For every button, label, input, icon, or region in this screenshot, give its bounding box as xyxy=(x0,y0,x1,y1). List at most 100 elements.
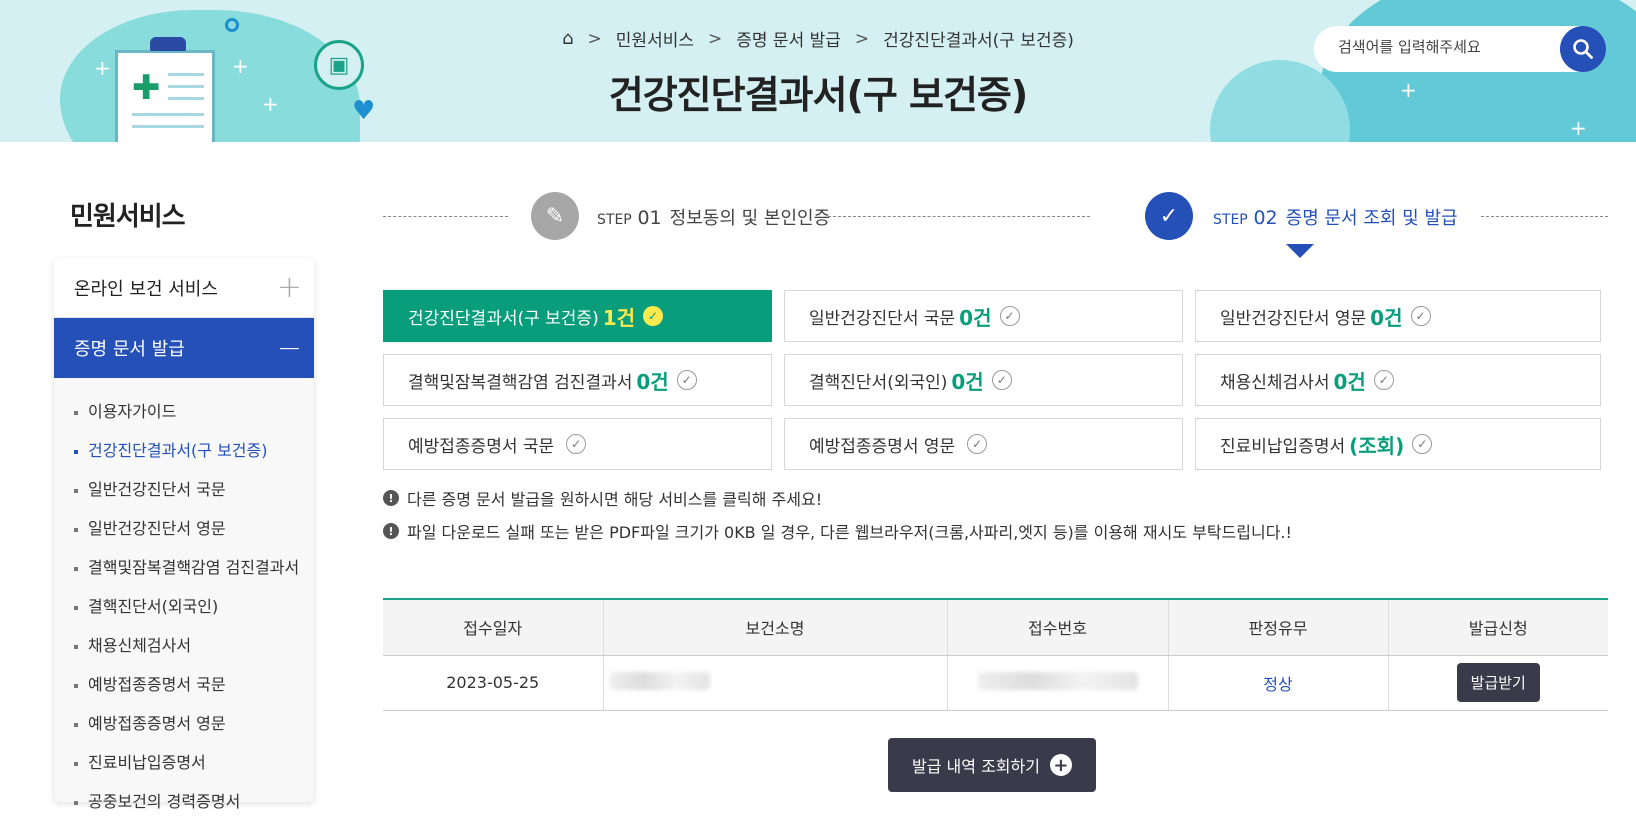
sidebar-item-general-kr[interactable]: 일반건강진단서 국문 xyxy=(72,470,314,509)
doc-card-count: 0건 xyxy=(1370,305,1403,330)
search-icon xyxy=(1573,39,1593,59)
table-header-row: 접수일자 보건소명 접수번호 판정유무 발급신청 xyxy=(383,599,1608,656)
doc-card-name: 진료비납입증명서 xyxy=(1220,436,1346,457)
table-row: 2023-05-25 정상 발급받기 xyxy=(383,655,1608,711)
judgment-result: 정상 xyxy=(1168,655,1389,711)
breadcrumb-separator: > xyxy=(587,28,602,49)
check-circle-icon: ✓ xyxy=(1373,370,1394,390)
search-box xyxy=(1314,26,1606,72)
issue-cell: 발급받기 xyxy=(1388,655,1608,711)
doc-card-count: (조회) xyxy=(1349,433,1405,458)
notice-text: 파일 다운로드 실패 또는 받은 PDF파일 크기가 0KB 일 경우, 다른 … xyxy=(407,523,1292,542)
edit-icon: ✎ xyxy=(531,192,579,240)
step-1: STEP 01 정보동의 및 본인인증 xyxy=(597,204,830,230)
step-text: 증명 문서 조회 및 발급 xyxy=(1285,208,1458,229)
sidebar-item-health-result[interactable]: 건강진단결과서(구 보건증) xyxy=(72,431,314,470)
search-button[interactable] xyxy=(1560,26,1606,72)
page-title: 건강진단결과서(구 보건증) xyxy=(608,73,1029,117)
collapse-icon: − xyxy=(276,330,302,366)
step-divider xyxy=(828,216,1090,217)
exclamation-icon: ! xyxy=(383,490,399,506)
sidebar-section-label: 증명 문서 발급 xyxy=(74,339,185,360)
doc-card-general-kr[interactable]: 일반건강진단서 국문 0건 ✓ xyxy=(784,290,1183,342)
column-header: 발급신청 xyxy=(1388,599,1608,656)
check-circle-icon: ✓ xyxy=(566,434,587,454)
issue-button[interactable]: 발급받기 xyxy=(1456,663,1540,702)
doc-card-name: 채용신체검사서 xyxy=(1220,372,1330,393)
result-table: 접수일자 보건소명 접수번호 판정유무 발급신청 2023-05-25 정상 발… xyxy=(383,598,1608,711)
check-circle-icon: ✓ xyxy=(1410,306,1431,326)
step-divider xyxy=(383,216,508,217)
column-header: 접수일자 xyxy=(383,599,604,656)
breadcrumb-item[interactable]: 건강진단결과서(구 보건증) xyxy=(883,26,1074,51)
check-circle-icon: ✓ xyxy=(999,306,1020,326)
check-icon: ✓ xyxy=(1145,192,1193,240)
doc-card-tb-foreigner[interactable]: 결핵진단서(외국인) 0건 ✓ xyxy=(784,354,1183,406)
document-type-grid: 건강진단결과서(구 보건증) 1건 ✓ 일반건강진단서 국문 0건 ✓ 일반건강진단서 … xyxy=(383,290,1605,470)
doc-card-vaccination-en[interactable]: 예방접종증명서 영문 ✓ xyxy=(784,418,1183,470)
step-divider xyxy=(1481,216,1608,217)
sidebar-item-user-guide[interactable]: 이용자가이드 xyxy=(72,392,314,431)
doc-card-vaccination-kr[interactable]: 예방접종증명서 국문 ✓ xyxy=(383,418,772,470)
doc-card-name: 일반건강진단서 국문 xyxy=(809,308,956,329)
doc-card-payment-cert[interactable]: 진료비납입증명서 (조회) ✓ xyxy=(1195,418,1601,470)
sidebar-title: 민원서비스 xyxy=(70,202,186,232)
breadcrumb-item[interactable]: 증명 문서 발급 xyxy=(736,26,841,51)
breadcrumb-item[interactable]: 민원서비스 xyxy=(616,26,694,51)
receipt-date: 2023-05-25 xyxy=(383,655,604,711)
sidebar-item-general-en[interactable]: 일반건강진단서 영문 xyxy=(72,509,314,548)
breadcrumb-separator: > xyxy=(854,28,870,49)
breadcrumb-separator: > xyxy=(708,28,723,49)
sidebar-section-online-health[interactable]: 온라인 보건 서비스 + xyxy=(54,258,314,318)
sidebar-item-vaccination-en[interactable]: 예방접종증명서 영문 xyxy=(72,704,314,743)
sidebar-section-certificate-issue[interactable]: 증명 문서 발급 − xyxy=(54,318,314,378)
step-label: STEP xyxy=(597,212,632,228)
step-number: 02 xyxy=(1253,207,1278,229)
doc-card-count: 1건 xyxy=(602,305,636,330)
column-header: 판정유무 xyxy=(1168,599,1389,656)
sparkle-icon: + xyxy=(1570,116,1587,140)
doc-card-count: 0건 xyxy=(951,369,984,394)
health-center-name xyxy=(603,655,948,711)
doc-card-name: 예방접종증명서 국문 xyxy=(408,436,555,457)
doc-card-name: 예방접종증명서 영문 xyxy=(809,436,956,457)
check-circle-icon: ✓ xyxy=(676,370,697,390)
sidebar-section-label: 온라인 보건 서비스 xyxy=(74,278,218,300)
expand-icon: + xyxy=(276,270,302,305)
sidebar-item-vaccination-kr[interactable]: 예방접종증명서 국문 xyxy=(72,665,314,704)
check-circle-icon: ✓ xyxy=(1412,434,1433,454)
notice-message: ! 다른 증명 문서 발급을 원하시면 해당 서비스를 클릭해 주세요! xyxy=(383,486,822,510)
issue-history-button[interactable]: 발급 내역 조회하기 + xyxy=(888,738,1096,792)
sidebar-item-tb-foreigner[interactable]: 결핵진단서(외국인) xyxy=(72,587,314,626)
doc-card-name: 건강진단결과서(구 보건증) xyxy=(408,308,599,329)
sidebar: 온라인 보건 서비스 + 증명 문서 발급 − 이용자가이드 건강진단결과서(구… xyxy=(54,258,314,811)
sidebar-item-tb-screening[interactable]: 결핵및잠복결핵감염 검진결과서 xyxy=(72,548,314,587)
sidebar-item-payment-cert[interactable]: 진료비납입증명서 xyxy=(72,743,314,782)
step-2: STEP 02 증명 문서 조회 및 발급 xyxy=(1213,204,1458,230)
page-banner: ✚ ▣ ♥ + + + + + ⌂ > 민원서비스 > 증명 문서 발급 > 건… xyxy=(0,0,1636,142)
step-text: 정보동의 및 본인인증 xyxy=(669,208,831,229)
check-circle-icon: ✓ xyxy=(643,306,664,326)
search-input[interactable] xyxy=(1338,38,1538,56)
sidebar-submenu: 이용자가이드 건강진단결과서(구 보건증) 일반건강진단서 국문 일반건강진단서… xyxy=(54,378,314,821)
doc-card-health-result[interactable]: 건강진단결과서(구 보건증) 1건 ✓ xyxy=(383,290,772,342)
issue-history-label: 발급 내역 조회하기 xyxy=(912,757,1040,776)
redacted-text xyxy=(977,671,1138,690)
doc-card-name: 결핵진단서(외국인) xyxy=(809,372,948,393)
doc-card-tb-screening[interactable]: 결핵및잠복결핵감염 검진결과서 0건 ✓ xyxy=(383,354,772,406)
notice-message: ! 파일 다운로드 실패 또는 받은 PDF파일 크기가 0KB 일 경우, 다른… xyxy=(383,519,1292,543)
home-icon[interactable]: ⌂ xyxy=(562,28,573,49)
step-indicator: ✎ STEP 01 정보동의 및 본인인증 ✓ STEP 02 증명 문서 조회 및… xyxy=(383,188,1608,248)
current-step-arrow xyxy=(1286,244,1314,258)
doc-card-count: 0건 xyxy=(1333,369,1366,394)
doc-card-general-en[interactable]: 일반건강진단서 영문 0건 ✓ xyxy=(1195,290,1601,342)
doc-card-count: 0건 xyxy=(636,369,669,394)
notice-text: 다른 증명 문서 발급을 원하시면 해당 서비스를 클릭해 주세요! xyxy=(407,490,823,509)
step-label: STEP xyxy=(1213,212,1248,228)
redacted-text xyxy=(609,671,710,690)
column-header: 보건소명 xyxy=(603,599,948,656)
sidebar-item-employment-exam[interactable]: 채용신체검사서 xyxy=(72,626,314,665)
doc-card-employment-exam[interactable]: 채용신체검사서 0건 ✓ xyxy=(1195,354,1601,406)
doc-card-count: 0건 xyxy=(959,305,992,330)
doc-card-name: 결핵및잠복결핵감염 검진결과서 xyxy=(408,372,633,393)
